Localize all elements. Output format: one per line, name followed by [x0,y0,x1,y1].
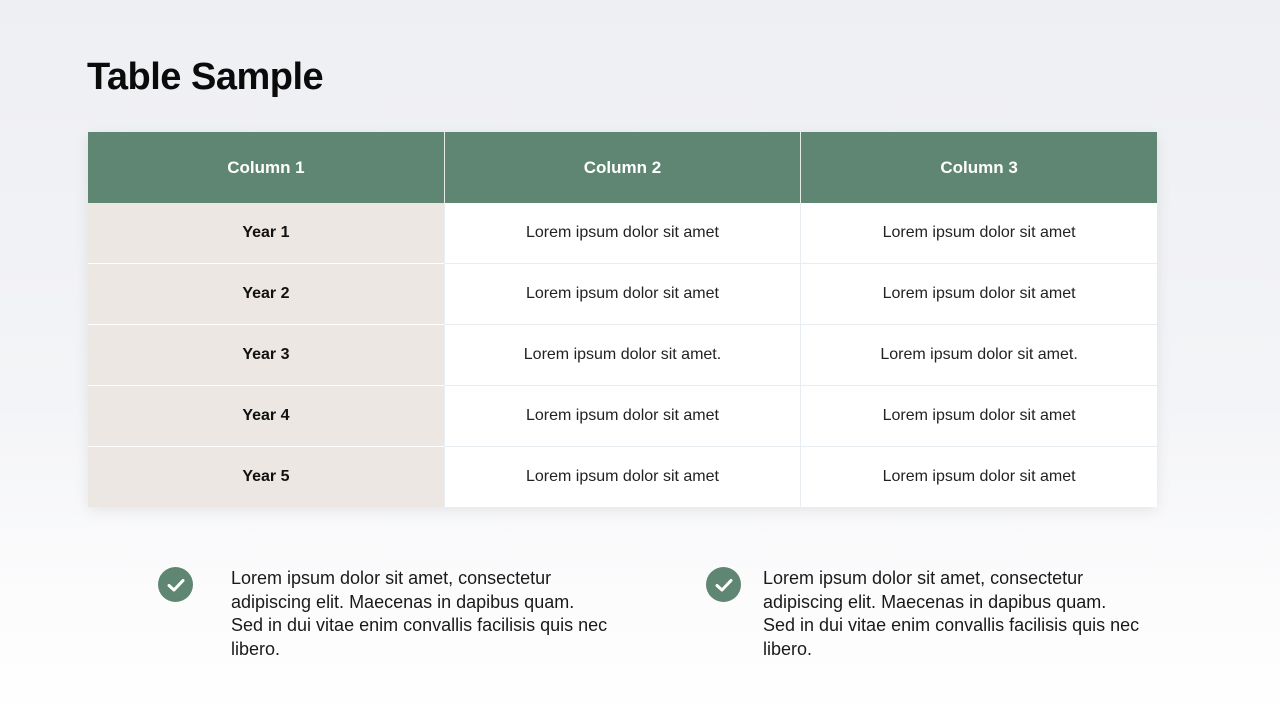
table-cell: Lorem ipsum dolor sit amet. [800,324,1157,386]
note-item: Lorem ipsum dolor sit amet, consectetur … [158,567,611,661]
row-label: Year 3 [88,324,445,386]
note-text: Lorem ipsum dolor sit amet, consectetur … [231,568,608,659]
table-cell: Lorem ipsum dolor sit amet [800,446,1157,507]
note-text: Lorem ipsum dolor sit amet, consectetur … [763,568,1140,659]
table-row: Year 5 Lorem ipsum dolor sit amet Lorem … [88,446,1157,507]
column-header: Column 1 [88,132,445,203]
page-title: Table Sample [87,56,324,98]
table-cell: Lorem ipsum dolor sit amet [443,446,801,507]
table-cell: Lorem ipsum dolor sit amet [800,203,1157,264]
data-table: Column 1 Column 2 Column 3 Year 1 Lorem … [88,132,1157,507]
table-row: Year 2 Lorem ipsum dolor sit amet Lorem … [88,263,1157,325]
table-cell: Lorem ipsum dolor sit amet [443,203,801,264]
column-header: Column 3 [800,132,1157,203]
table-row: Year 4 Lorem ipsum dolor sit amet Lorem … [88,385,1157,447]
row-label: Year 4 [88,385,445,447]
table-row: Year 3 Lorem ipsum dolor sit amet. Lorem… [88,324,1157,386]
check-circle-icon [706,567,741,602]
table-cell: Lorem ipsum dolor sit amet [443,385,801,447]
row-label: Year 2 [88,263,445,325]
row-label: Year 1 [88,203,445,264]
table-cell: Lorem ipsum dolor sit amet [800,263,1157,325]
table-row: Year 1 Lorem ipsum dolor sit amet Lorem … [88,203,1157,264]
table-cell: Lorem ipsum dolor sit amet [443,263,801,325]
table-cell: Lorem ipsum dolor sit amet. [443,324,801,386]
table-cell: Lorem ipsum dolor sit amet [800,385,1157,447]
check-circle-icon [158,567,193,602]
row-label: Year 5 [88,446,445,507]
table-header-row: Column 1 Column 2 Column 3 [88,132,1157,203]
note-item: Lorem ipsum dolor sit amet, consectetur … [706,567,1143,661]
column-header: Column 2 [443,132,801,203]
